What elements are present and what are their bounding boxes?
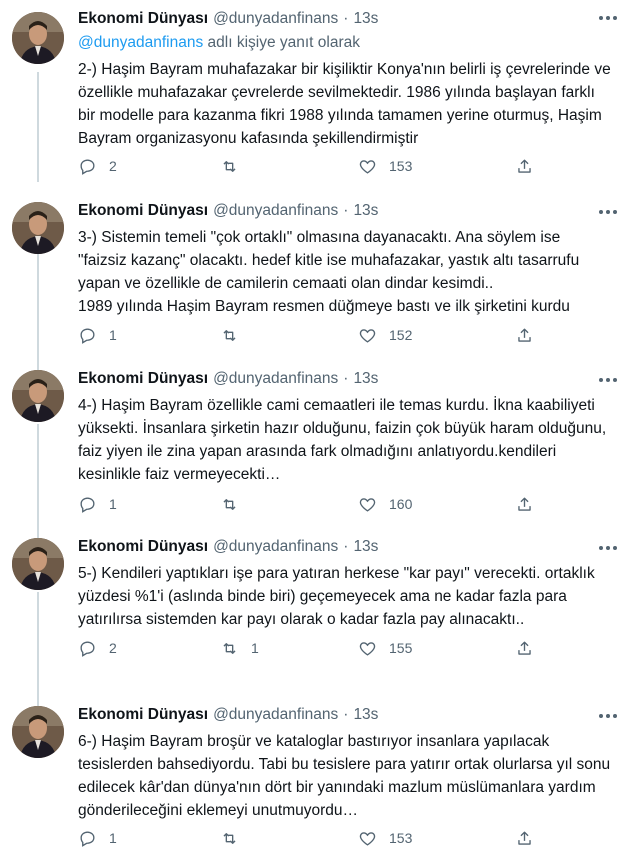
reply-icon [80, 830, 95, 847]
author-name[interactable]: Ekonomi Dünyası [78, 202, 208, 220]
tweet[interactable]: Ekonomi Dünyası @dunyadanfinans · 13s 5-… [0, 508, 635, 676]
tweet-text-line: kesinlikle faiz vermeyecekti… [78, 466, 281, 483]
timestamp[interactable]: 13s [353, 538, 378, 556]
author-handle[interactable]: @dunyadanfinans [213, 10, 338, 28]
retweet-button[interactable] [220, 829, 251, 848]
tweet-header: Ekonomi Dünyası @dunyadanfinans · 13s [78, 200, 617, 222]
tweet-text-line: 5-) Kendileri yaptıkları işe para yatıra… [78, 565, 595, 582]
tweet[interactable]: Ekonomi Dünyası @dunyadanfinans · 13s 4-… [0, 340, 635, 513]
share-button[interactable] [515, 829, 534, 848]
heart-icon [359, 641, 376, 656]
tweet-text-line: 3-) Sistemin temeli "çok ortaklı" olması… [78, 229, 561, 246]
like-button[interactable]: 153 [358, 829, 412, 848]
tweet-text-line: yatırılırsa sistemden kar payı olarak o … [78, 611, 525, 628]
tweet-header: Ekonomi Dünyası @dunyadanfinans · 13s [78, 536, 617, 558]
thread-connector [37, 424, 39, 508]
more-icon[interactable] [599, 714, 617, 720]
tweet-text-line: yüksekti. İnsanlara şirketin hazır olduğ… [78, 420, 607, 437]
author-handle[interactable]: @dunyadanfinans [213, 370, 338, 388]
tweet-text-line: Bayram organizasyonu kafasında şekillend… [78, 130, 419, 147]
timestamp[interactable]: 13s [353, 370, 378, 388]
tweet-text-line: faiz yiyen ile zina yapan arasında fark … [78, 443, 557, 460]
timestamp[interactable]: 13s [353, 202, 378, 220]
share-icon [518, 830, 531, 845]
tweet-text-line: bir modelle para kazanma fikri 1988 yılı… [78, 107, 602, 124]
tweet-text-line: gönderileceğini eklemeyi unutmuyordu… [78, 802, 359, 819]
heart-icon [359, 831, 376, 846]
separator-dot: · [343, 10, 349, 27]
share-button[interactable] [515, 639, 534, 658]
tweet-text-line: "faizsiz kazanç" olacaktı. hedef kitle i… [78, 252, 580, 269]
thread-connector [37, 244, 39, 340]
tweet-text-line: 2-) Haşim Bayram muhafazakar bir kişilik… [78, 61, 611, 78]
separator-dot: · [343, 706, 349, 723]
tweet[interactable]: Ekonomi Dünyası @dunyadanfinans · 13s 3-… [0, 72, 635, 344]
reply-icon [80, 640, 95, 657]
tweet-text-line: 1989 yılında Haşim Bayram resmen düğmeye… [78, 298, 570, 315]
author-name[interactable]: Ekonomi Dünyası [78, 370, 208, 388]
retweet-button[interactable]: 1 [220, 639, 259, 658]
tweet-text: 5-) Kendileri yaptıkları işe para yatıra… [78, 562, 617, 631]
tweet-actions: 1 153 [78, 826, 617, 850]
author-name[interactable]: Ekonomi Dünyası [78, 538, 208, 556]
reply-to-link[interactable]: @dunyadanfinans [78, 34, 203, 51]
tweet[interactable]: Ekonomi Dünyası @dunyadanfinans · 13s 6-… [0, 676, 635, 847]
timestamp[interactable]: 13s [353, 10, 378, 28]
reply-button[interactable]: 2 [78, 639, 117, 658]
timestamp[interactable]: 13s [353, 706, 378, 724]
reply-count: 2 [109, 640, 117, 656]
avatar[interactable] [12, 706, 64, 758]
tweet-text: 2-) Haşim Bayram muhafazakar bir kişilik… [78, 58, 617, 150]
tweet-text: 6-) Haşim Bayram broşür ve kataloglar ba… [78, 730, 617, 822]
tweet[interactable]: Ekonomi Dünyası @dunyadanfinans · 13s @d… [0, 0, 635, 175]
tweet-text: 3-) Sistemin temeli "çok ortaklı" olması… [78, 226, 617, 318]
share-icon [518, 640, 531, 655]
separator-dot: · [343, 202, 349, 219]
avatar[interactable] [12, 538, 64, 590]
reply-context: @dunyadanfinans adlı kişiye yanıt olarak [78, 34, 617, 54]
author-name[interactable]: Ekonomi Dünyası [78, 10, 208, 28]
more-icon[interactable] [599, 378, 617, 384]
thread-connector [37, 592, 39, 676]
author-handle[interactable]: @dunyadanfinans [213, 202, 338, 220]
tweet-text-line: yapan ve özellikle de camilerin cemaati … [78, 275, 494, 292]
tweet-text-line: 6-) Haşim Bayram broşür ve kataloglar ba… [78, 733, 550, 750]
tweet-thread: Ekonomi Dünyası @dunyadanfinans · 13s @d… [0, 0, 635, 847]
like-button[interactable]: 155 [358, 639, 412, 658]
thread-connector [37, 676, 39, 706]
tweet-actions: 2 1 155 [78, 636, 617, 660]
avatar[interactable] [12, 370, 64, 422]
author-handle[interactable]: @dunyadanfinans [213, 538, 338, 556]
reply-count: 1 [109, 830, 117, 846]
tweet-text-line: yüzdesi %1'i (aslında binde biri) geçeme… [78, 588, 567, 605]
tweet-text: 4-) Haşim Bayram özellikle cami cemaatle… [78, 394, 617, 486]
retweet-count: 1 [251, 640, 259, 656]
more-icon[interactable] [599, 16, 617, 22]
tweet-header: Ekonomi Dünyası @dunyadanfinans · 13s [78, 704, 617, 726]
separator-dot: · [343, 370, 349, 387]
author-handle[interactable]: @dunyadanfinans [213, 706, 338, 724]
tweet-text-line: tesislerden bahsediyordu. Tabi bu tesisl… [78, 756, 611, 773]
retweet-icon [223, 832, 236, 844]
avatar[interactable] [12, 12, 64, 64]
tweet-header: Ekonomi Dünyası @dunyadanfinans · 13s [78, 368, 617, 390]
thread-connector [37, 340, 39, 370]
thread-connector [37, 508, 39, 538]
tweet-text-line: edilecek kâr'dan dünya'nın dört bir yanı… [78, 779, 596, 796]
reply-button[interactable]: 1 [78, 829, 117, 848]
reply-to-text: adlı kişiye yanıt olarak [207, 34, 361, 51]
more-icon[interactable] [599, 546, 617, 552]
retweet-icon [223, 642, 236, 654]
author-name[interactable]: Ekonomi Dünyası [78, 706, 208, 724]
thread-connector [37, 72, 39, 182]
like-count: 153 [389, 830, 413, 846]
tweet-text-line: 4-) Haşim Bayram özellikle cami cemaatle… [78, 397, 595, 414]
tweet-text-line: özellikle muhafazakar çevrelerde sevilme… [78, 84, 595, 101]
avatar[interactable] [12, 202, 64, 254]
tweet-header: Ekonomi Dünyası @dunyadanfinans · 13s [78, 8, 617, 30]
separator-dot: · [343, 538, 349, 555]
more-icon[interactable] [599, 210, 617, 216]
like-count: 155 [389, 640, 413, 656]
